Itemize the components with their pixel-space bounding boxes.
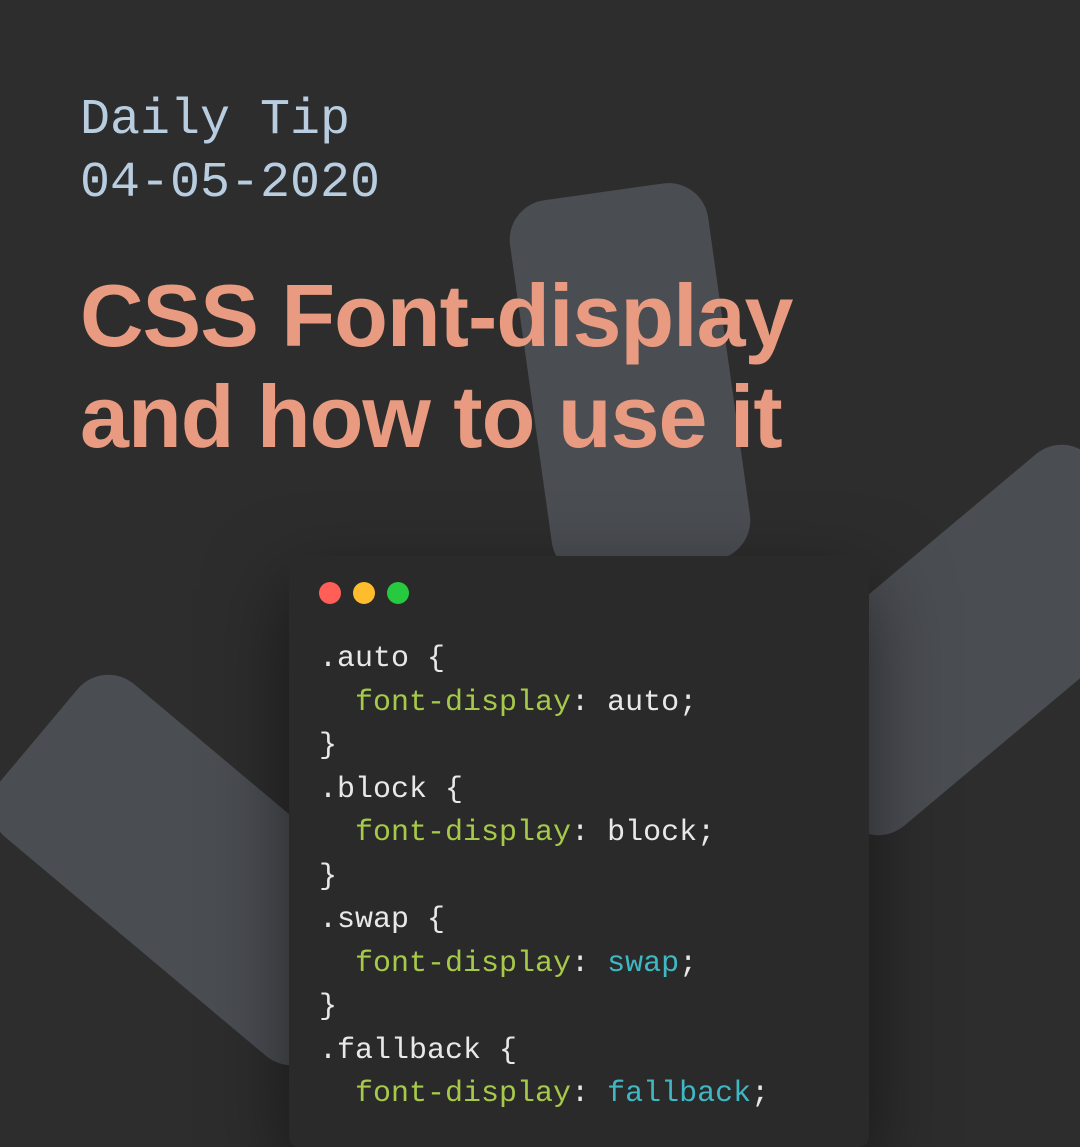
header-date: 04-05-2020: [80, 153, 380, 216]
code-block: .auto { font-display: auto; } .block { f…: [319, 638, 839, 1117]
title-line: CSS Font-display: [80, 265, 793, 366]
code-window: .auto { font-display: auto; } .block { f…: [289, 556, 869, 1147]
header-block: Daily Tip 04-05-2020: [80, 90, 380, 215]
header-label: Daily Tip: [80, 90, 380, 153]
window-controls: [319, 582, 839, 604]
close-icon: [319, 582, 341, 604]
minimize-icon: [353, 582, 375, 604]
page-title: CSS Font-display and how to use it: [80, 265, 793, 467]
maximize-icon: [387, 582, 409, 604]
title-line: and how to use it: [80, 366, 793, 467]
